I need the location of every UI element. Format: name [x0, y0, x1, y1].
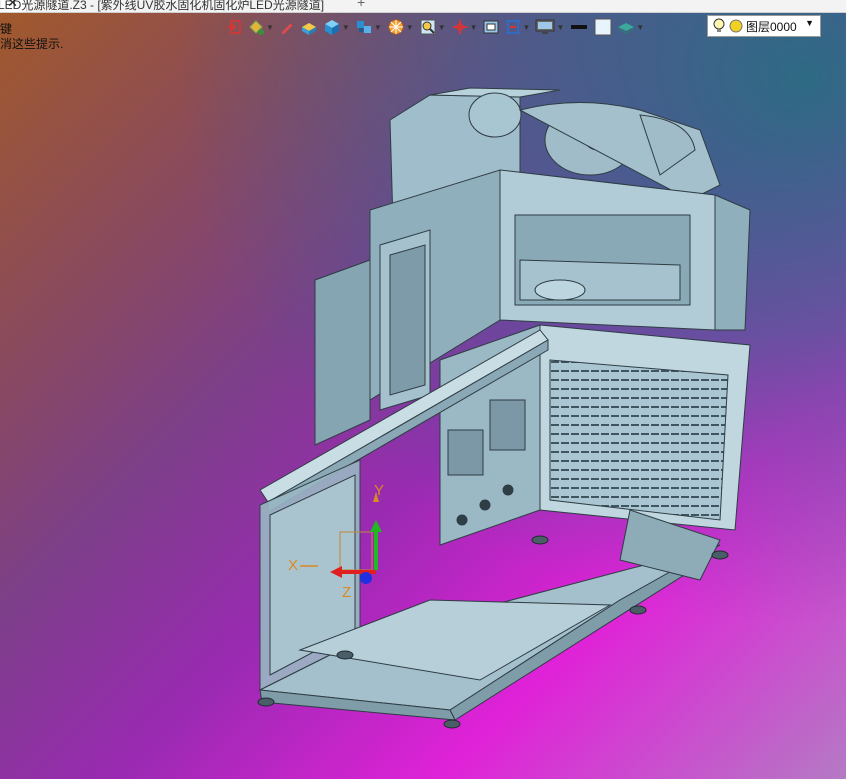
title-bar: LED光源隧道.Z3 - [紫外线UV胶水固化机固化炉LED光源隧道] ✕ + [0, 0, 846, 13]
align-icon [505, 20, 520, 34]
wheel-icon [388, 19, 404, 35]
exit-icon [227, 20, 241, 34]
view-toolbar: ▼ ▼ ▼ ▼ ▼ ▼ ▼ ▼ ▼ [226, 16, 649, 38]
blocks-icon [356, 21, 371, 33]
pencil-button[interactable] [279, 17, 295, 37]
layer-stack-button[interactable]: ▼ [617, 17, 644, 37]
layer-select[interactable]: 图层0000 ▼ [707, 15, 821, 37]
axis-cross-button[interactable]: ▼ [451, 17, 478, 37]
fill-color-button[interactable] [594, 17, 612, 37]
vent-panel [439, 324, 751, 546]
axis-label-x: X [288, 557, 298, 574]
z-axis-marker [360, 572, 372, 584]
lightbulb-icon[interactable] [712, 18, 726, 34]
blocks-button[interactable]: ▼ [355, 17, 382, 37]
cube-button[interactable]: ▼ [323, 17, 350, 37]
zoom-view-button[interactable]: ▼ [419, 17, 446, 37]
axis-label-y: Y [374, 482, 384, 499]
box-stack-button[interactable] [300, 17, 318, 37]
screen-frame-button[interactable] [483, 17, 499, 37]
close-tab-button[interactable]: ✕ [7, 0, 18, 11]
monitor-icon [535, 19, 555, 34]
align-button[interactable]: ▼ [504, 17, 530, 37]
layer-value: 图层0000 [746, 19, 797, 34]
box-stack-icon [301, 23, 316, 35]
model-viewport[interactable]: Y X Z [0, 40, 846, 779]
line-color-button[interactable] [569, 17, 589, 37]
screen-frame-icon [483, 20, 499, 34]
paint-bucket-icon [249, 20, 264, 35]
layer-stack-icon [618, 23, 635, 34]
axis-cross-icon [452, 20, 467, 34]
exit-button[interactable] [226, 17, 242, 37]
chevron-down-icon[interactable]: ▼ [805, 18, 814, 28]
axis-label-z: Z [342, 584, 351, 601]
pencil-icon [281, 22, 294, 34]
zoom-view-icon [420, 19, 436, 35]
document-tab-title: LED光源隧道.Z3 - [紫外线UV胶水固化机固化炉LED光源隧道] [0, 0, 325, 12]
document-tab[interactable]: LED光源隧道.Z3 - [紫外线UV胶水固化机固化炉LED光源隧道] ✕ [0, 0, 324, 12]
cube-icon [324, 20, 339, 35]
monitor-button[interactable]: ▼ [535, 17, 564, 37]
yellow-circle-icon[interactable] [729, 19, 743, 33]
new-tab-button[interactable]: + [357, 0, 365, 10]
line-color-icon [571, 25, 588, 29]
fill-color-icon [594, 18, 612, 36]
paint-bucket-button[interactable]: ▼ [247, 17, 274, 37]
wheel-button[interactable]: ▼ [387, 17, 414, 37]
